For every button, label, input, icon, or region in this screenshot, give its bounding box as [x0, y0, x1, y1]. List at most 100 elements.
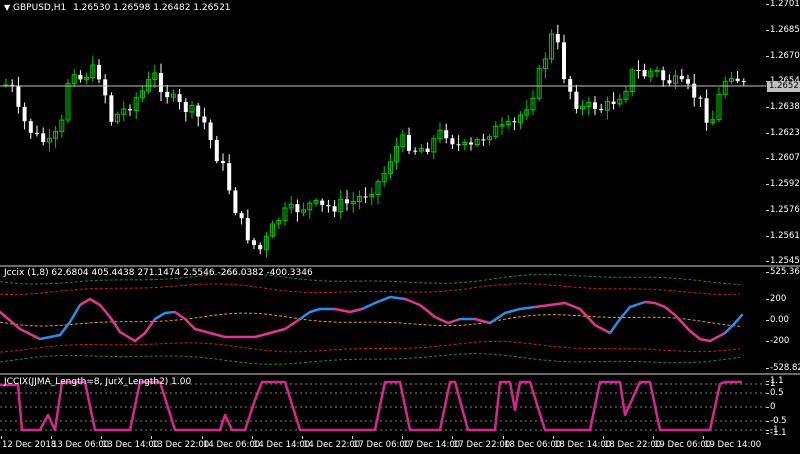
time-axis-tick [252, 436, 253, 439]
candle-body [636, 70, 641, 72]
candle-body [326, 204, 331, 207]
candle-body [735, 78, 740, 82]
jccix-line-segment [38, 333, 62, 341]
jccix-signal-title: JCCIX(JJMA_Length=8, JurX_Length2) 1.00 [4, 377, 192, 387]
candle-body [444, 130, 449, 139]
jccix-line-segment [593, 323, 612, 335]
jccix-line-segment [723, 321, 737, 335]
jccix-axis-tick [766, 272, 769, 273]
candle-body [704, 98, 709, 123]
candle-body [35, 132, 39, 134]
jccix-line-segment [193, 327, 212, 335]
jccix-line-segment [268, 327, 287, 335]
jccix-lower-level [0, 340, 741, 353]
candle-body [667, 80, 672, 84]
jccix-line-segment [563, 301, 582, 311]
jccix-signal-axis-tick [766, 384, 769, 385]
candle-body [28, 121, 33, 133]
candle-body [196, 105, 201, 117]
price-axis-label: 1.25921 [770, 179, 800, 189]
jccix-indicator-chart[interactable] [0, 267, 766, 373]
candle-body [245, 218, 250, 241]
price-axis-label: 1.27011 [770, 0, 800, 9]
candle-body [450, 138, 455, 145]
candle-body [22, 106, 27, 122]
jccix-line-segment [208, 331, 227, 339]
time-axis-tick [51, 436, 52, 439]
jccix-line-segment [163, 310, 177, 315]
jccix-line-segment [183, 317, 197, 331]
candle-body [227, 163, 232, 191]
candle-body [593, 102, 597, 109]
jccix-axis-label: 525.3632 [770, 267, 800, 277]
jccix-line-segment [433, 315, 450, 325]
jccix-line-segment [78, 297, 92, 307]
jccix-line-segment [548, 301, 567, 307]
jccix-line-segment [173, 310, 187, 321]
candle-body [512, 121, 517, 123]
jccix-line-segment [643, 300, 657, 305]
price-axis-label: 1.25766 [770, 205, 800, 215]
jccix-line-segment [628, 300, 647, 309]
price-axis-tick [766, 30, 769, 31]
jccix-line-segment [68, 303, 82, 324]
candle-body [481, 139, 486, 141]
collapse-triangle-icon[interactable]: ▼ [4, 3, 10, 12]
candle-body [258, 244, 263, 250]
candle-body [159, 72, 163, 93]
price-axis-tick [766, 184, 769, 185]
candle-body [183, 102, 188, 112]
jccix-axis-tick [766, 320, 769, 321]
jccix-line-segment [283, 317, 302, 331]
candle-body [177, 94, 182, 103]
price-axis-label: 1.26076 [770, 153, 800, 163]
jccix-line-segment [348, 307, 364, 314]
jccix-line-segment [518, 305, 537, 311]
jccix-line-segment [388, 295, 407, 301]
time-axis-tick [101, 436, 102, 439]
jccix-upper-level [0, 283, 741, 296]
jccix-axis-tick [766, 368, 769, 369]
jccix-line-segment [503, 307, 522, 315]
candle-body [97, 65, 101, 80]
jccix-line-segment [473, 317, 492, 325]
jccix-line-segment [608, 317, 622, 335]
candle-body [320, 200, 325, 205]
current-price-tag: 1.26521 [767, 81, 800, 92]
price-axis-label: 1.26386 [770, 102, 800, 112]
candle-body [599, 108, 604, 111]
jccix-line-segment [418, 303, 437, 319]
candle-body [611, 101, 616, 104]
time-axis-tick [503, 436, 504, 439]
time-axis-tick [202, 436, 203, 439]
candle-body [78, 74, 83, 80]
time-axis-label: 17 Dec 22:00 [453, 440, 511, 450]
jccix-outer-lower-level [0, 353, 741, 365]
jccix-line-segment [733, 313, 744, 325]
price-chart[interactable] [0, 0, 766, 265]
jccix-axis-label: 200 [770, 294, 787, 304]
time-axis-label: 14 Dec 14:00 [253, 440, 311, 450]
chart-title: ▼ GBPUSD,H1 1.26530 1.26598 1.26482 1.26… [4, 3, 231, 13]
jccix-title: Jccix (1,8) 62.6804 405.4438 271.1474 2.… [4, 268, 313, 278]
time-axis-label: 14 Dec 22:00 [303, 440, 361, 450]
time-axis-tick [151, 436, 152, 439]
jccix-signal-axis-tick [766, 393, 769, 394]
jccix-axis-tick [766, 341, 769, 342]
candle-body [41, 133, 46, 142]
candle-body [295, 204, 300, 213]
jccix-line-segment [446, 317, 462, 325]
candle-body [214, 140, 219, 162]
time-axis-label: 18 Dec 06:00 [504, 440, 562, 450]
jccix-signal-axis-tick [766, 433, 769, 434]
candle-body [555, 34, 560, 43]
time-axis-tick [653, 436, 654, 439]
jccix-axis-label: 0.00 [770, 315, 789, 325]
candle-body [208, 122, 213, 141]
jccix-line-segment [153, 311, 167, 321]
price-axis-tick [766, 4, 769, 5]
candle-body [562, 42, 566, 80]
jccix-axis-label: -200 [770, 336, 790, 346]
candle-body [425, 148, 430, 153]
time-axis-label: 19 Dec 14:00 [704, 440, 762, 450]
